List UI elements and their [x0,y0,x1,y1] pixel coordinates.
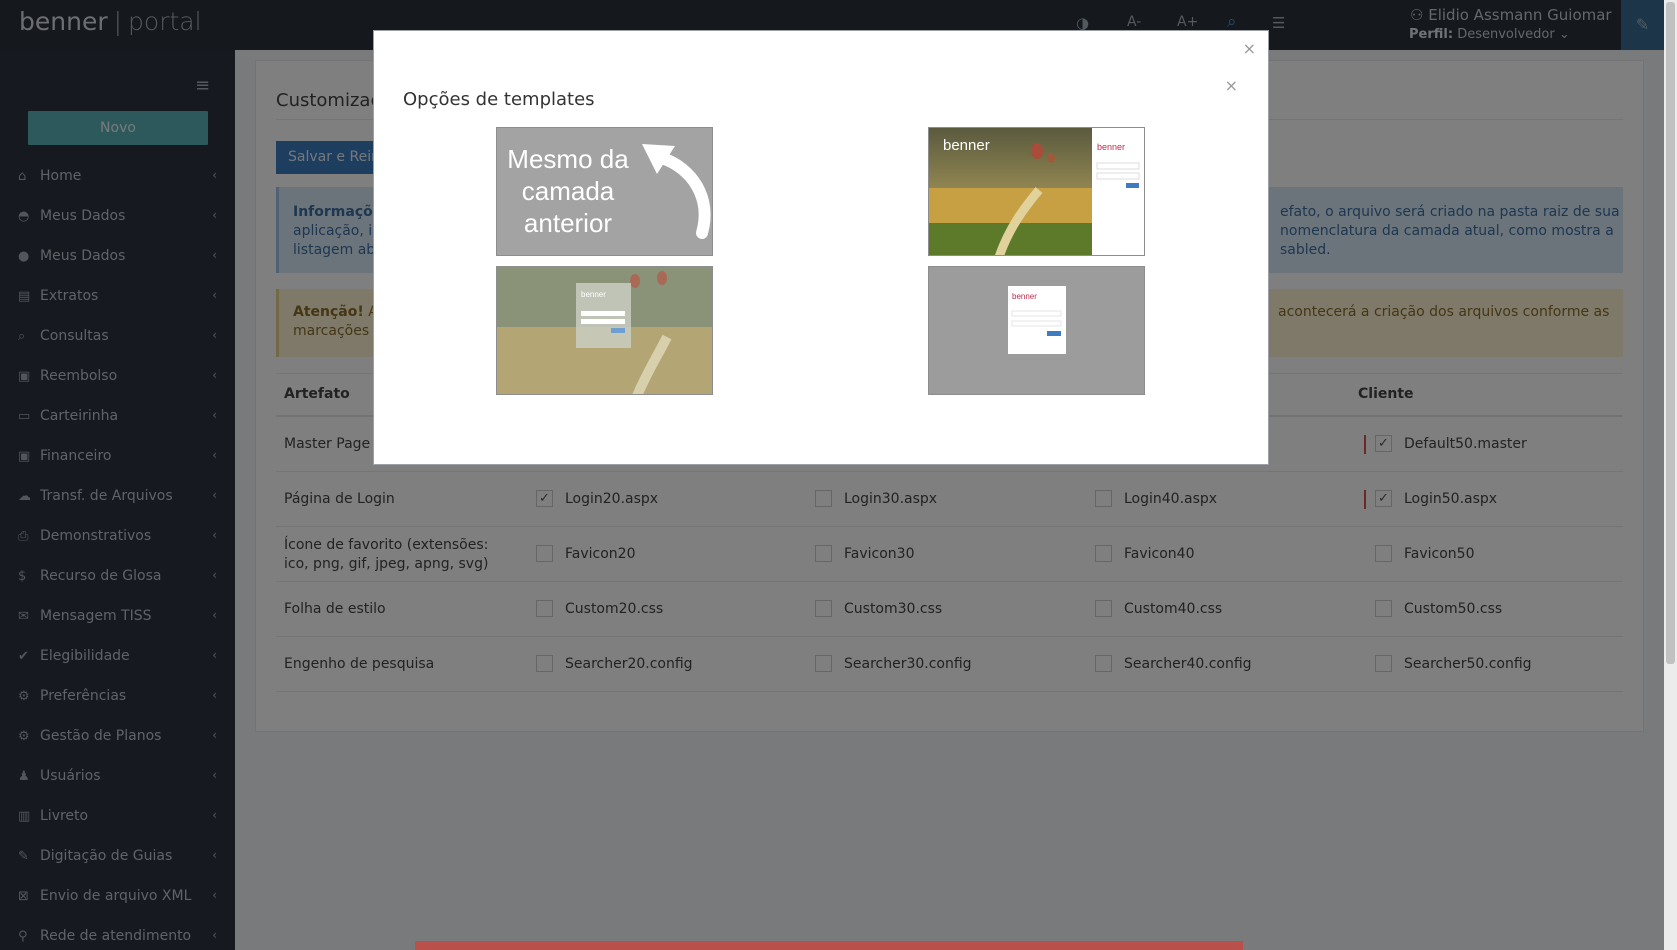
close-icon[interactable]: × [1225,76,1238,95]
vertical-scrollbar[interactable] [1664,0,1677,950]
template-option-landscape-center[interactable]: benner [496,266,713,395]
close-icon[interactable]: × [1243,39,1256,58]
bottom-notification-bar [415,941,1243,950]
template-option-gray-center[interactable]: benner [928,266,1145,395]
template-option-same-layer[interactable]: Mesmo da camada anterior [496,127,713,256]
modal-title: Opções de templates [403,89,595,110]
preview-logo: benner [1012,292,1037,301]
template-preview-image: benner [1008,286,1066,354]
template-preview-image: benner [497,267,712,394]
templates-modal: × × Opções de templates Mesmo da camada … [373,30,1269,465]
curved-arrow-icon [642,144,711,239]
preview-logo: benner [943,137,990,154]
template-option-landscape-right[interactable]: benner benner [928,127,1145,256]
scrollbar-thumb[interactable] [1666,2,1675,664]
preview-logo: benner [581,290,606,299]
preview-logo: benner [1097,142,1125,152]
template-preview-image: benner benner [929,128,1144,255]
